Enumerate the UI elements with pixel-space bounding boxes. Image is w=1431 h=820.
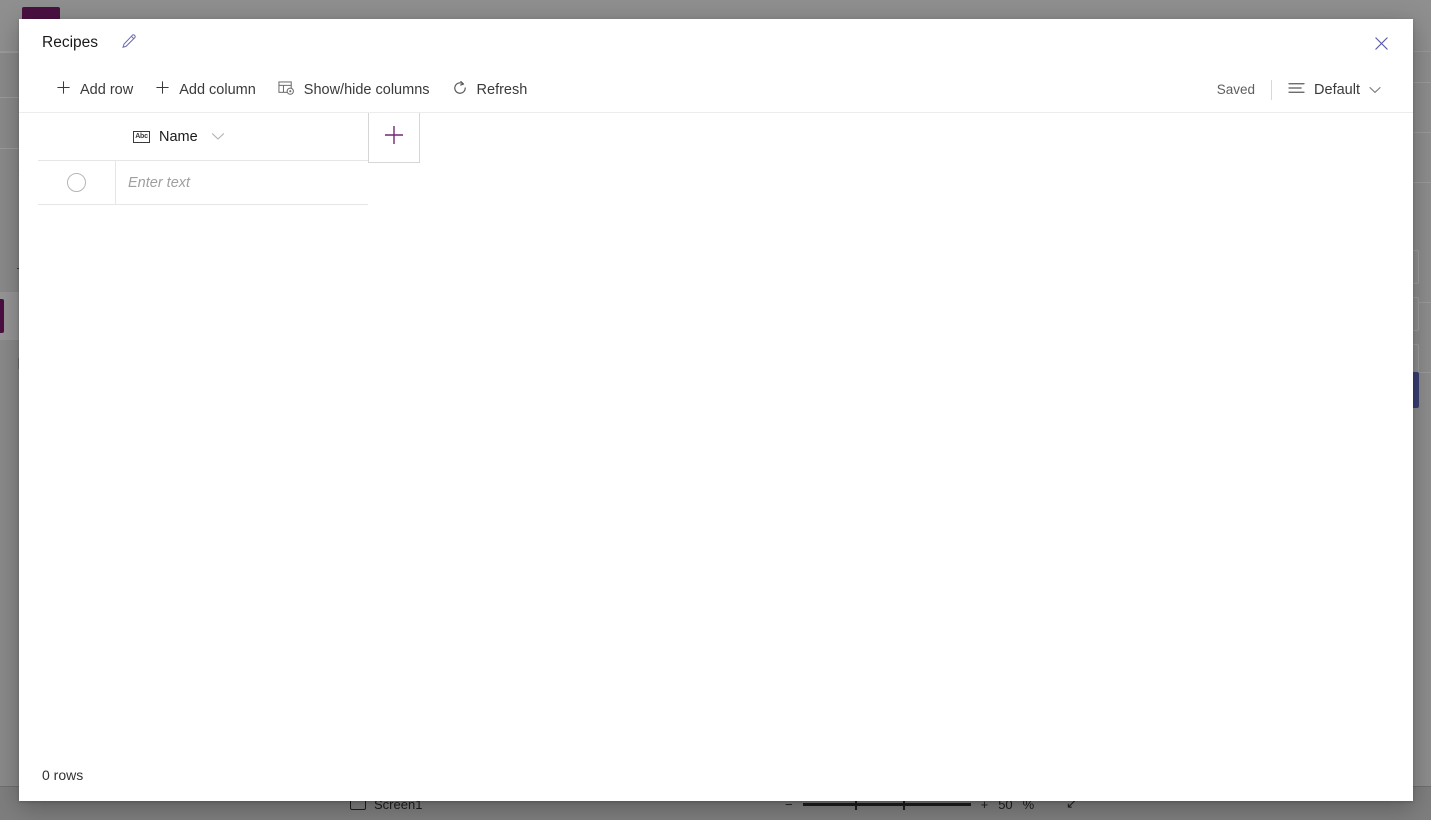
add-row-label: Add row (80, 81, 134, 98)
grid-cell-placeholder: Enter text (128, 174, 191, 191)
dialog-header: Recipes (19, 19, 1413, 67)
refresh-button[interactable]: Refresh (441, 73, 539, 107)
view-name-label: Default (1314, 81, 1360, 98)
grid-header-select-cell (38, 113, 115, 161)
grid-column-header-label: Name (159, 128, 198, 145)
row-select-circle-icon[interactable] (67, 173, 86, 192)
columns-settings-icon (278, 80, 295, 100)
close-icon (1374, 36, 1389, 54)
grid-new-row: Enter text (38, 161, 368, 205)
chevron-down-icon (1369, 82, 1381, 98)
abc-icon: Abc (133, 130, 150, 143)
plus-icon (56, 80, 71, 99)
save-status-label: Saved (1216, 82, 1256, 97)
dialog-toolbar: Add row Add column Show/hide columns Ref… (19, 67, 1413, 113)
grid-row-select-cell[interactable] (38, 161, 115, 205)
dialog-footer: 0 rows (19, 749, 1413, 801)
data-grid: Abc Name Enter text (19, 113, 1413, 749)
row-count-label: 0 rows (42, 767, 84, 783)
chevron-down-icon[interactable] (211, 128, 225, 146)
grid-add-column-button[interactable] (368, 113, 420, 163)
show-hide-columns-button[interactable]: Show/hide columns (267, 73, 441, 107)
dialog-title: Recipes (42, 34, 98, 51)
show-hide-columns-label: Show/hide columns (303, 81, 430, 98)
rail-active-indicator (0, 299, 4, 333)
edit-table-name-button[interactable] (114, 29, 142, 57)
close-dialog-button[interactable] (1365, 29, 1397, 61)
refresh-icon (452, 80, 468, 100)
grid-cell-name[interactable]: Enter text (115, 161, 368, 205)
refresh-label: Refresh (476, 81, 528, 98)
abc-icon-glyph: Abc (135, 133, 148, 140)
recipes-table-dialog: Recipes Add row Add column Show/hide col… (19, 19, 1413, 801)
plus-icon (155, 80, 170, 99)
zoom-slider-track[interactable] (802, 798, 971, 810)
list-lines-icon (1288, 81, 1305, 99)
add-column-button[interactable]: Add column (144, 73, 267, 107)
plus-icon (383, 124, 405, 151)
pencil-icon (120, 33, 137, 53)
view-selector-button[interactable]: Default (1272, 73, 1393, 107)
grid-column-header-name[interactable]: Abc Name (115, 113, 368, 161)
grid-header-row: Abc Name (38, 113, 420, 163)
add-column-label: Add column (179, 81, 256, 98)
add-row-button[interactable]: Add row (45, 73, 144, 107)
toolbar-right-group: Saved Default (1217, 73, 1393, 107)
